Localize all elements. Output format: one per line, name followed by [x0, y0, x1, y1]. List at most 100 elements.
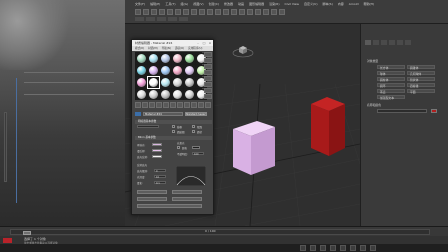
box-button[interactable]: 长方体: [377, 65, 405, 70]
material-slot[interactable]: [184, 89, 195, 100]
viewcube[interactable]: [232, 44, 254, 58]
undo-icon[interactable]: [135, 9, 141, 15]
menu-graph-editors[interactable]: 图形编辑器: [249, 2, 264, 6]
object-name-input[interactable]: [377, 109, 427, 113]
show-end-result-icon[interactable]: [198, 102, 204, 108]
video-color-icon[interactable]: [204, 76, 212, 81]
backlight-icon[interactable]: [204, 58, 212, 63]
time-track[interactable]: [10, 229, 430, 235]
menu-arnold[interactable]: Arnold: [349, 2, 359, 6]
ribbon-tab[interactable]: [146, 17, 155, 21]
ribbon-tab[interactable]: [157, 17, 166, 21]
make-preview-icon[interactable]: [204, 82, 212, 87]
material-slot[interactable]: [147, 76, 160, 89]
red-cube[interactable]: [311, 97, 345, 156]
maps-rollout-button[interactable]: [137, 190, 167, 194]
menu-create[interactable]: 创建(C): [209, 2, 219, 6]
ribbon-tab[interactable]: [168, 17, 177, 21]
material-slot[interactable]: [184, 53, 195, 64]
menu-content[interactable]: 内容: [338, 2, 344, 6]
material-slot[interactable]: [136, 89, 147, 100]
material-slot[interactable]: [148, 65, 159, 76]
material-slot[interactable]: [172, 53, 183, 64]
put-to-library-icon[interactable]: [177, 102, 183, 108]
reset-map-icon[interactable]: [156, 102, 162, 108]
teapot-button[interactable]: 茶壶: [377, 89, 405, 94]
render-icon[interactable]: [279, 9, 285, 15]
menu-civil-view[interactable]: Civil View: [285, 2, 299, 6]
shader-basic-params-rollout[interactable]: 明暗器基本参数: [135, 120, 212, 124]
object-color-swatch[interactable]: [431, 109, 437, 113]
material-slot[interactable]: [184, 77, 195, 88]
menu-options[interactable]: 选项(O): [175, 46, 184, 51]
background-icon[interactable]: [204, 64, 212, 69]
material-slot[interactable]: [172, 89, 183, 100]
object-type-rollout[interactable]: 对象类型: [367, 59, 378, 63]
material-slot[interactable]: [184, 65, 195, 76]
select-by-material-icon[interactable]: [204, 94, 212, 99]
shader-type-dropdown[interactable]: [137, 125, 159, 128]
zoom-icon[interactable]: [350, 245, 356, 251]
material-slot[interactable]: [136, 77, 147, 88]
put-to-scene-icon[interactable]: [142, 102, 148, 108]
menu-utilities[interactable]: 实用程序(U): [188, 46, 202, 51]
hierarchy-tab-icon[interactable]: [381, 40, 387, 45]
material-slot[interactable]: [160, 53, 171, 64]
orbit-icon[interactable]: [370, 245, 376, 251]
material-name-input[interactable]: Material #24: [143, 111, 183, 116]
pan-icon[interactable]: [360, 245, 366, 251]
unlink-icon[interactable]: [159, 9, 165, 15]
menu-navigation[interactable]: 导航(N): [162, 46, 171, 51]
ribbon-tab[interactable]: [179, 17, 188, 21]
supersampling-button[interactable]: [137, 197, 167, 201]
show-map-icon[interactable]: [191, 102, 197, 108]
modify-tab-icon[interactable]: [373, 40, 379, 45]
make-unique-icon[interactable]: [170, 102, 176, 108]
menu-scripting[interactable]: 脚本(S): [323, 2, 333, 6]
bind-icon[interactable]: [167, 9, 173, 15]
menu-file[interactable]: 文件(F): [135, 2, 145, 6]
select-by-name-icon[interactable]: [183, 9, 189, 15]
close-icon[interactable]: ×: [208, 41, 212, 45]
pyramid-button[interactable]: 四棱锥: [407, 83, 435, 88]
specular-level-input[interactable]: 0: [154, 169, 166, 173]
opacity-input[interactable]: 100: [192, 152, 204, 156]
material-id-icon[interactable]: [184, 102, 190, 108]
align-icon[interactable]: [255, 9, 261, 15]
previous-frame-icon[interactable]: [310, 245, 316, 251]
specular-color-swatch[interactable]: [152, 155, 162, 158]
get-material-icon[interactable]: [135, 102, 141, 108]
blinn-basic-params-rollout[interactable]: Blinn 基本参数: [135, 136, 212, 140]
pink-cube[interactable]: [233, 121, 275, 175]
material-slot[interactable]: [160, 77, 171, 88]
angle-snap-icon[interactable]: [239, 9, 245, 15]
wire-checkbox[interactable]: [172, 125, 175, 128]
motion-tab-icon[interactable]: [389, 40, 395, 45]
material-slot[interactable]: [160, 65, 171, 76]
tube-button[interactable]: 管状体: [407, 77, 435, 82]
time-slider-handle[interactable]: [23, 231, 31, 235]
menu-customize[interactable]: 自定义(U): [304, 2, 318, 6]
material-slot[interactable]: [148, 53, 159, 64]
go-to-end-icon[interactable]: [340, 245, 346, 251]
menu-modes[interactable]: 模式(D): [135, 46, 144, 51]
diffuse-color-swatch[interactable]: [152, 149, 162, 152]
snap-icon[interactable]: [231, 9, 237, 15]
sample-type-icon[interactable]: [204, 52, 212, 57]
maxscript-listener-badge[interactable]: [3, 238, 12, 243]
create-tab-icon[interactable]: [365, 40, 371, 45]
material-editor-icon[interactable]: [263, 9, 269, 15]
rect-select-icon[interactable]: [191, 9, 197, 15]
material-slot[interactable]: [172, 77, 183, 88]
geosphere-button[interactable]: 几何球体: [407, 71, 435, 76]
self-illum-color-swatch[interactable]: [192, 146, 200, 149]
menu-view[interactable]: 视图(V): [193, 2, 203, 6]
link-icon[interactable]: [151, 9, 157, 15]
material-slot[interactable]: [136, 65, 147, 76]
sample-uv-icon[interactable]: [204, 70, 212, 75]
maximize-icon[interactable]: □: [202, 41, 206, 45]
torus-button[interactable]: 圆环: [377, 83, 405, 88]
plane-button[interactable]: 平面: [407, 89, 435, 94]
menu-edit[interactable]: 编辑(E): [150, 2, 160, 6]
ambient-color-swatch[interactable]: [152, 143, 162, 146]
